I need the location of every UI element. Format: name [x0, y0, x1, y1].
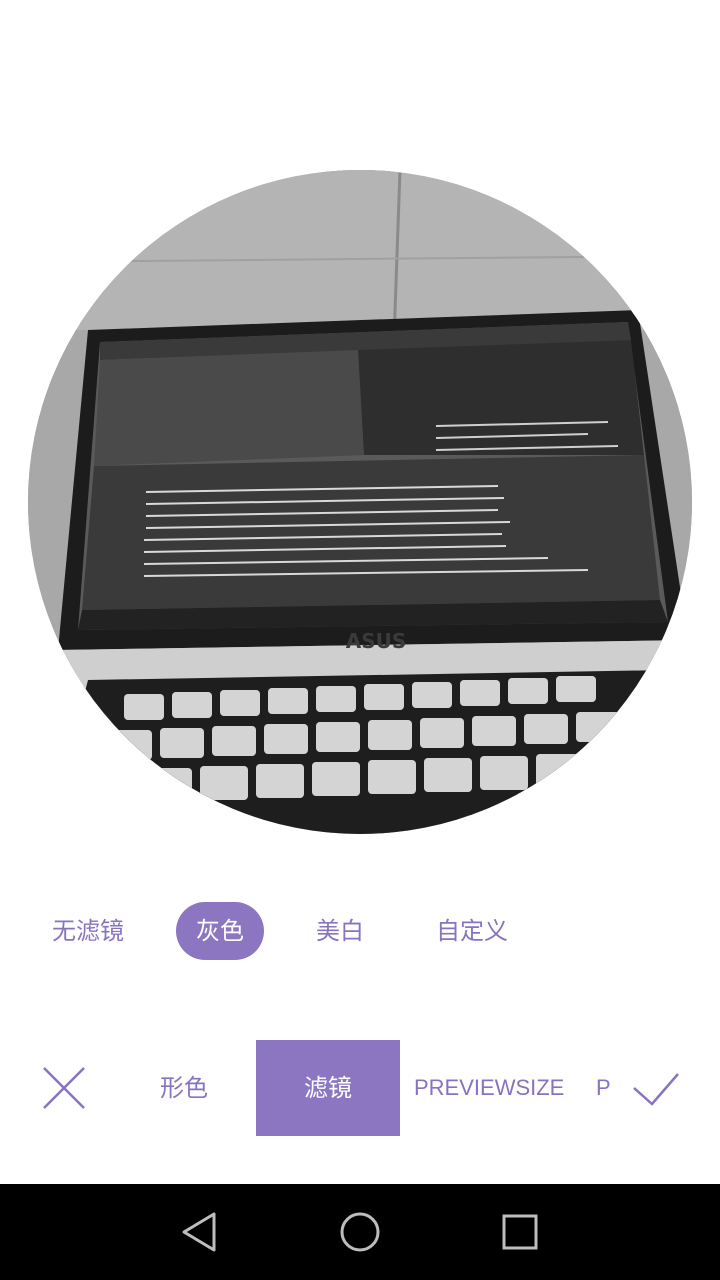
tab-filter[interactable]: 滤镜 — [256, 1040, 400, 1136]
check-icon — [633, 1073, 679, 1106]
tab-preview-size[interactable]: PREVIEWSIZE — [414, 1040, 564, 1136]
recents-square-icon — [502, 1214, 538, 1250]
preview-image: ASUS — [28, 170, 692, 834]
system-nav-bar — [0, 1184, 720, 1280]
filter-gray-chip[interactable]: 灰色 — [176, 902, 264, 960]
back-button[interactable] — [178, 1210, 222, 1254]
close-button[interactable] — [40, 1064, 88, 1112]
filter-none-chip[interactable]: 无滤镜 — [40, 902, 136, 960]
tab-partial[interactable]: P — [596, 1040, 610, 1136]
home-button[interactable] — [338, 1210, 382, 1254]
filter-selector: 无滤镜 灰色 美白 自定义 — [0, 902, 720, 962]
close-icon — [43, 1067, 85, 1109]
filter-custom-chip[interactable]: 自定义 — [424, 902, 520, 960]
brand-logo: ASUS — [346, 629, 407, 653]
bottom-tab-bar: 形色 滤镜 PREVIEWSIZE P — [0, 1040, 720, 1136]
recents-button[interactable] — [498, 1210, 542, 1254]
home-circle-icon — [340, 1212, 380, 1252]
back-triangle-icon — [182, 1212, 216, 1252]
filter-whiten-chip[interactable]: 美白 — [300, 902, 380, 960]
confirm-button[interactable] — [632, 1064, 680, 1112]
tab-shape[interactable]: 形色 — [136, 1040, 232, 1136]
camera-preview: ASUS — [28, 170, 692, 834]
